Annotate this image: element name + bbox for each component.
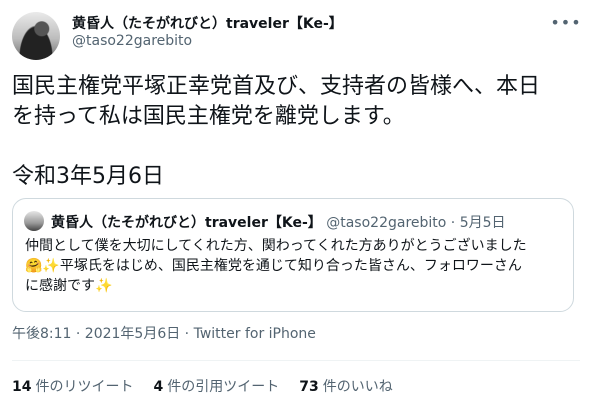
likes-stat[interactable]: 73 件のいいね: [299, 376, 392, 396]
quoted-tweet-header: 黄昏人（たそがれびと）traveler【Ke-】 @taso22garebito…: [51, 212, 506, 232]
tweet-stats: 14 件のリツイート 4 件の引用ツイート 73 件のいいね: [12, 376, 393, 396]
tweet-timestamp[interactable]: 午後8:11 · 2021年5月6日 · Twitter for iPhone: [12, 323, 316, 343]
author-avatar[interactable]: [12, 12, 60, 60]
quoted-author-avatar: [24, 211, 44, 231]
ellipsis-icon: •••: [550, 12, 582, 32]
quotes-label: 件の引用ツイート: [167, 379, 280, 395]
quoted-tweet-card[interactable]: 黄昏人（たそがれびと）traveler【Ke-】 @taso22garebito…: [12, 198, 574, 312]
retweets-label: 件のリツイート: [35, 379, 134, 395]
divider: [12, 360, 580, 361]
quoted-separator: ·: [450, 215, 456, 231]
retweets-count: 14: [12, 379, 32, 395]
quotes-stat[interactable]: 4 件の引用ツイート: [153, 376, 279, 396]
quoted-author-handle: @taso22garebito: [326, 215, 447, 231]
quoted-tweet-text: 仲間として僕を大切にしてくれた方、関わってくれた方ありがとうございました 🤗✨平…: [25, 238, 527, 294]
likes-count: 73: [299, 379, 319, 395]
author-handle[interactable]: @taso22garebito: [72, 33, 192, 49]
quoted-date: 5月5日: [459, 215, 506, 231]
tweet-text: 国民主権党平塚正幸党首及び、支持者の皆様へ、本日 を持って私は国民主権党を離党し…: [12, 74, 541, 189]
more-options-button[interactable]: •••: [550, 12, 580, 32]
likes-label: 件のいいね: [322, 379, 393, 395]
quotes-count: 4: [153, 379, 164, 395]
author-display-name[interactable]: 黄昏人（たそがれびと）traveler【Ke-】: [72, 13, 343, 33]
retweets-stat[interactable]: 14 件のリツイート: [12, 376, 133, 396]
quoted-author-name: 黄昏人（たそがれびと）traveler【Ke-】: [51, 215, 322, 231]
